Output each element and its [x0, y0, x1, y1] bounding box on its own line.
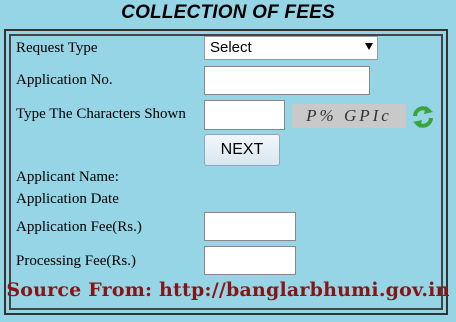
applicant-name-label: Applicant Name: [16, 169, 119, 185]
source-caption: Source From: http://banglarbhumi.gov.in [6, 279, 450, 301]
application-no-label: Application No. [16, 72, 113, 88]
request-type-select[interactable]: Select [204, 36, 378, 60]
captcha-label: Type The Characters Shown [16, 106, 186, 122]
request-type-value: Select [210, 39, 252, 56]
processing-fee-input[interactable] [204, 246, 296, 275]
next-button[interactable]: NEXT [204, 134, 280, 166]
chevron-down-icon [365, 43, 373, 50]
refresh-icon[interactable] [410, 104, 436, 130]
processing-fee-label: Processing Fee(Rs.) [16, 253, 136, 269]
captcha-input[interactable] [204, 100, 285, 130]
captcha-image: P% GPIc [292, 104, 406, 128]
application-no-input[interactable] [204, 66, 370, 95]
application-fee-input[interactable] [204, 212, 296, 241]
application-fee-label: Application Fee(Rs.) [16, 219, 142, 235]
request-type-label: Request Type [16, 40, 98, 56]
page-title: COLLECTION OF FEES [121, 2, 335, 23]
application-date-label: Application Date [16, 191, 119, 207]
